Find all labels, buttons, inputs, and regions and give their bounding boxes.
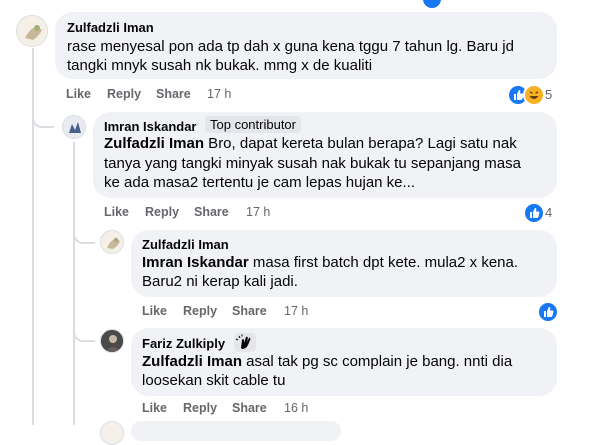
comment-text-line: ke ada masa2 tertentu je cam lepas hujan…: [104, 174, 416, 191]
comment-text-line: loosekan skit cable tu: [142, 372, 286, 389]
like-icon[interactable]: [523, 202, 545, 224]
comment-timestamp[interactable]: 16 h: [284, 401, 308, 415]
reply-button[interactable]: Reply: [183, 401, 217, 415]
comment-text: asal tak pg sc complain je bang. nnti di…: [242, 353, 513, 370]
top-contributor-badge: Top contributor: [205, 116, 301, 133]
comment-text-line: tanya yang tangki minyak susah nak bukak…: [104, 155, 521, 172]
comment-bubble-partial: [131, 421, 341, 441]
like-icon[interactable]: [537, 301, 559, 323]
comment-text: masa first batch dpt kete. mula2 x kena.: [248, 254, 519, 271]
comment-timestamp[interactable]: 17 h: [207, 87, 231, 101]
thread-line: [73, 142, 75, 425]
comment-text-line: Imran Iskandar masa first batch dpt kete…: [142, 253, 518, 273]
comment-text-line: Zulfadzli Iman asal tak pg sc complain j…: [142, 352, 512, 372]
like-button[interactable]: Like: [142, 304, 167, 318]
comment-timestamp[interactable]: 17 h: [246, 205, 270, 219]
thread-curve: [73, 232, 95, 244]
reply-button[interactable]: Reply: [145, 205, 179, 219]
avatar[interactable]: [100, 230, 124, 254]
mention-link[interactable]: Imran Iskandar: [142, 254, 249, 271]
comment-text-line: tangki mnyk susah nk bukak. mmg x de kua…: [67, 57, 373, 74]
thread-curve: [32, 118, 54, 128]
like-button[interactable]: Like: [142, 401, 167, 415]
avatar[interactable]: [100, 329, 124, 353]
reaction-count[interactable]: 4: [545, 205, 552, 220]
thread-curve: [73, 330, 95, 342]
like-button[interactable]: Like: [66, 87, 91, 101]
comment-text-line: Zulfadzli Iman Bro, dapat kereta bulan b…: [104, 134, 517, 154]
reply-button[interactable]: Reply: [107, 87, 141, 101]
comment-text: Bro, dapat kereta bulan berapa? Lagi sat…: [204, 135, 517, 152]
share-button[interactable]: Share: [232, 401, 267, 415]
share-button[interactable]: Share: [232, 304, 267, 318]
comment-author[interactable]: Fariz Zulkiply: [142, 336, 225, 351]
comment-text-line: Baru2 ni kerap kali jadi.: [142, 273, 298, 290]
comment-text-line: rase menyesal pon ada tp dah x guna kena…: [67, 38, 514, 55]
mention-link[interactable]: Zulfadzli Iman: [104, 135, 204, 152]
comment-author[interactable]: Zulfadzli Iman: [142, 237, 229, 252]
reaction-count[interactable]: 5: [545, 87, 552, 102]
share-button[interactable]: Share: [156, 87, 191, 101]
clapping-hands-icon: [234, 333, 256, 352]
like-button[interactable]: Like: [104, 205, 129, 219]
reply-button[interactable]: Reply: [183, 304, 217, 318]
like-icon[interactable]: [421, 0, 443, 10]
share-button[interactable]: Share: [194, 205, 229, 219]
comment-timestamp[interactable]: 17 h: [284, 304, 308, 318]
mention-link[interactable]: Zulfadzli Iman: [142, 353, 242, 370]
avatar[interactable]: [16, 15, 48, 47]
avatar[interactable]: [62, 115, 86, 139]
thread-line: [32, 48, 34, 425]
comment-author[interactable]: Zulfadzli Iman: [67, 20, 154, 35]
haha-icon[interactable]: [523, 84, 545, 106]
comment-author[interactable]: Imran Iskandar: [104, 119, 197, 134]
